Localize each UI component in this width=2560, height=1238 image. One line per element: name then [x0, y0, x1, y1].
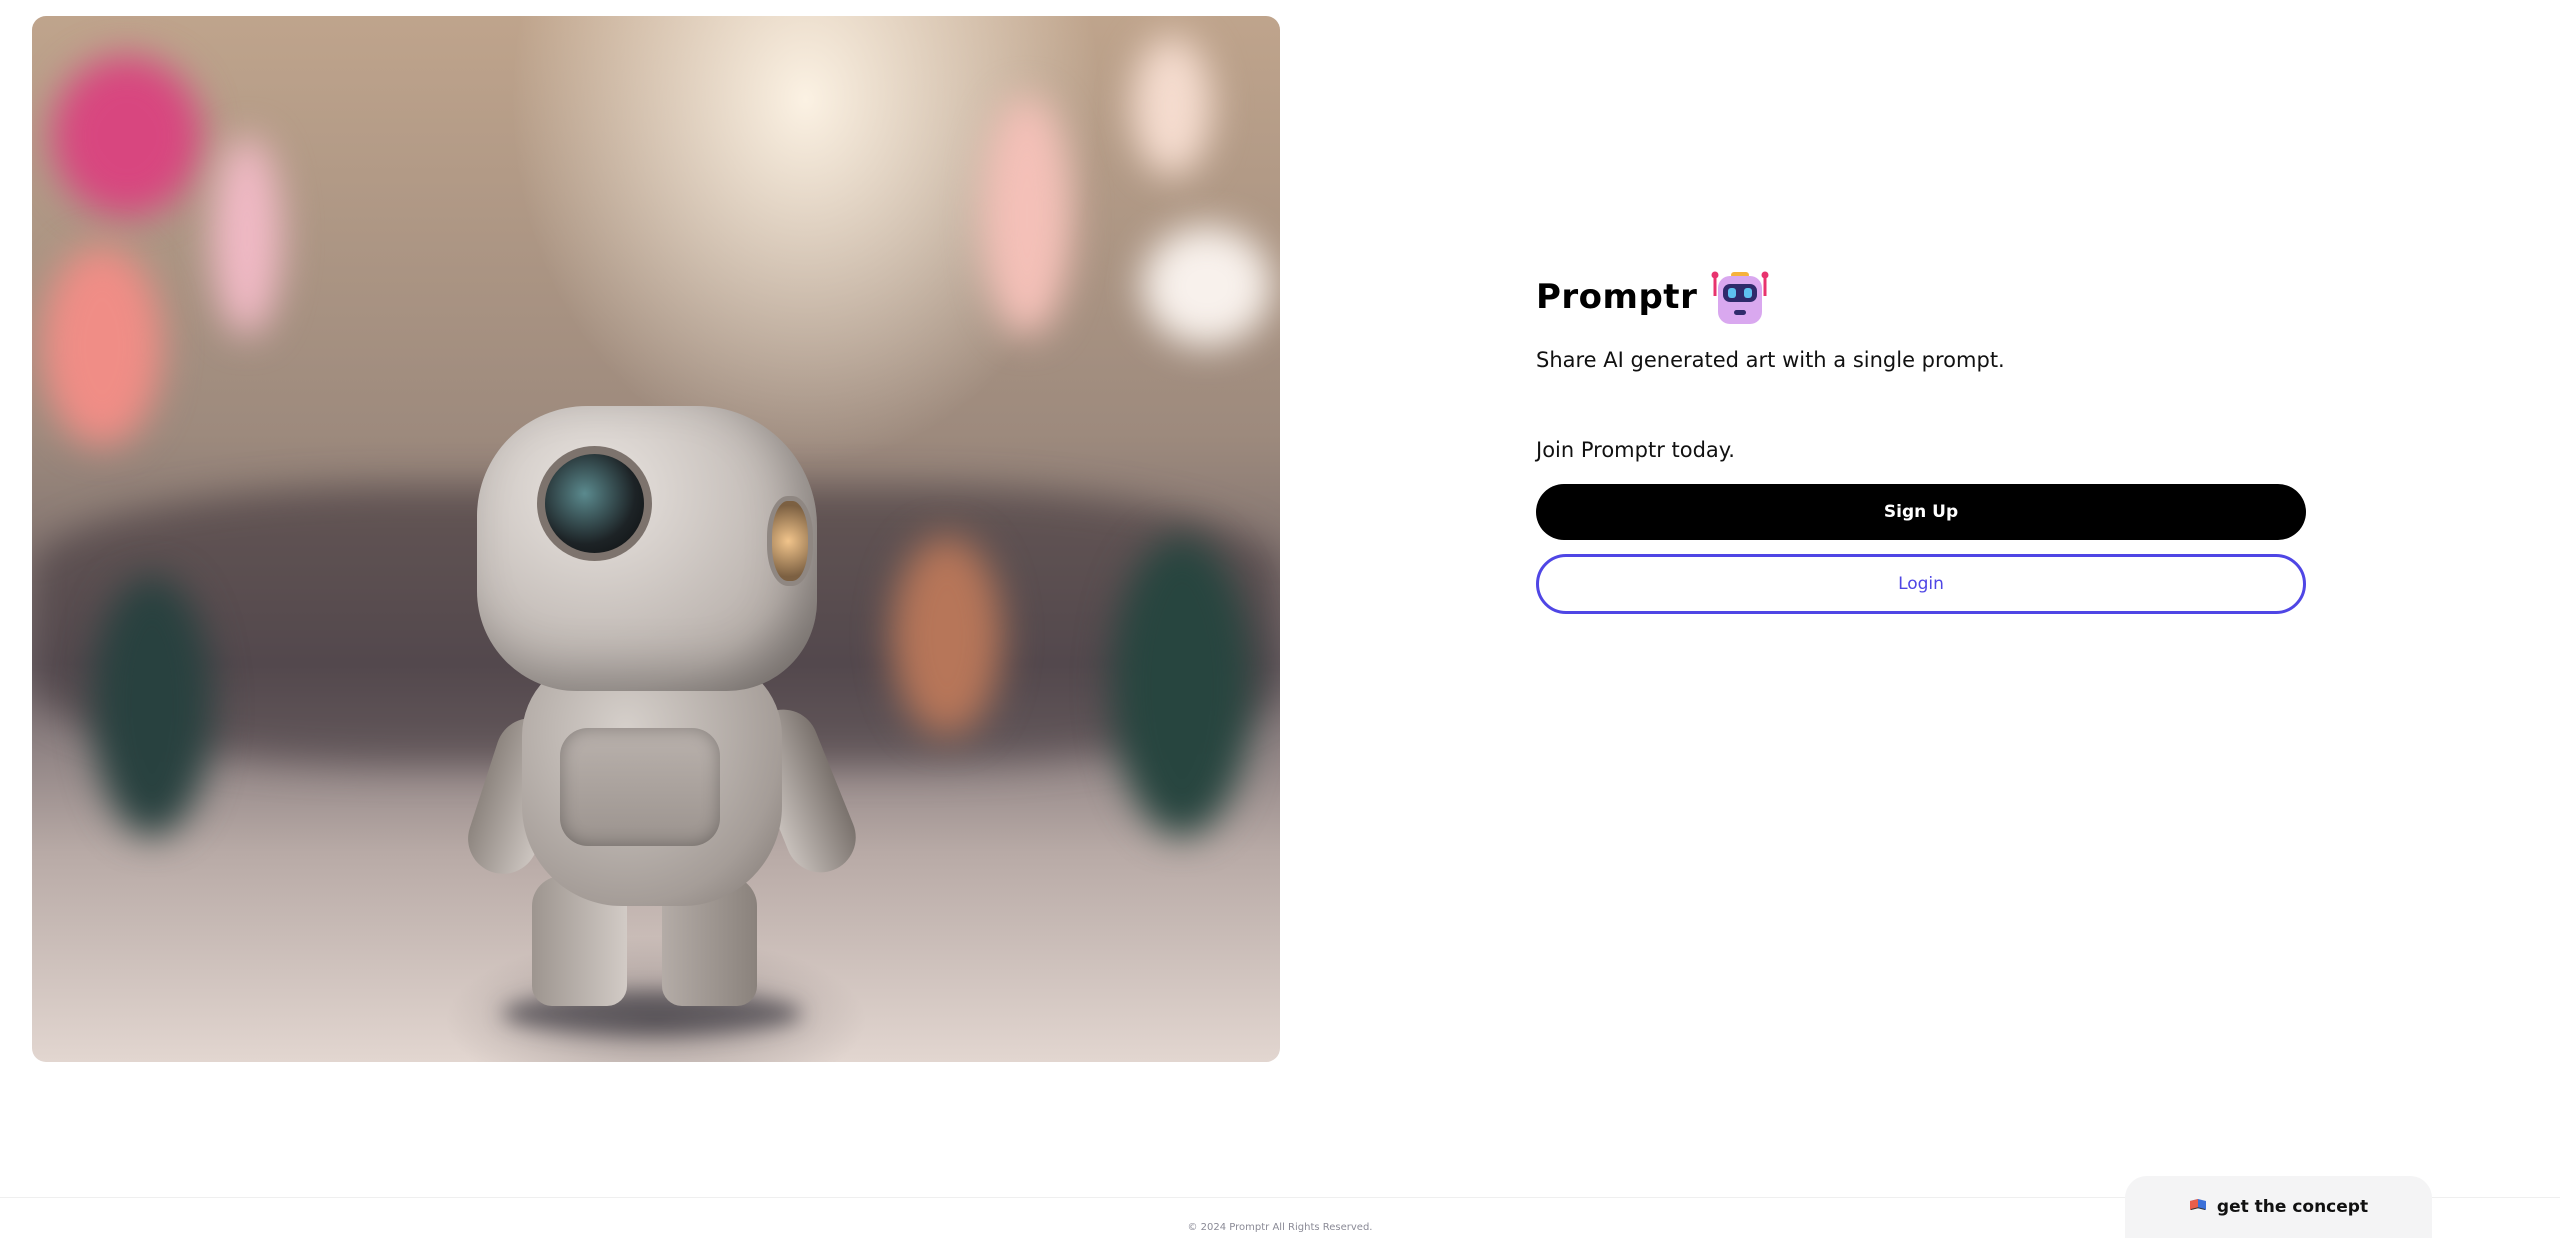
bokeh-light: [1142, 226, 1272, 346]
tagline: Share AI generated art with a single pro…: [1536, 348, 2005, 372]
robot-eye: [537, 446, 652, 561]
crowd: [92, 576, 212, 836]
bokeh-light: [212, 136, 282, 336]
bokeh-light: [52, 56, 202, 216]
auth-panel: Promptr Share AI generated art with a si…: [1536, 262, 2306, 614]
robot-panel: [560, 728, 720, 846]
signup-button[interactable]: Sign Up: [1536, 484, 2306, 540]
robot-head: [477, 406, 817, 691]
hero-image: [32, 16, 1280, 1062]
brand-name: Promptr: [1536, 277, 1698, 317]
bokeh-light: [982, 96, 1072, 336]
brand: Promptr: [1536, 262, 2306, 332]
get-concept-button[interactable]: get the concept: [2125, 1176, 2432, 1238]
login-button[interactable]: Login: [1536, 554, 2306, 614]
robot-icon: [1709, 266, 1771, 328]
book-icon: [2189, 1197, 2207, 1217]
join-text: Join Promptr today.: [1536, 438, 1735, 462]
get-concept-label: get the concept: [2216, 1197, 2369, 1217]
bokeh-light: [42, 246, 162, 446]
crowd: [892, 536, 1002, 736]
bokeh-light: [1132, 36, 1212, 176]
crowd: [1112, 536, 1252, 836]
robot-eye: [767, 496, 813, 586]
